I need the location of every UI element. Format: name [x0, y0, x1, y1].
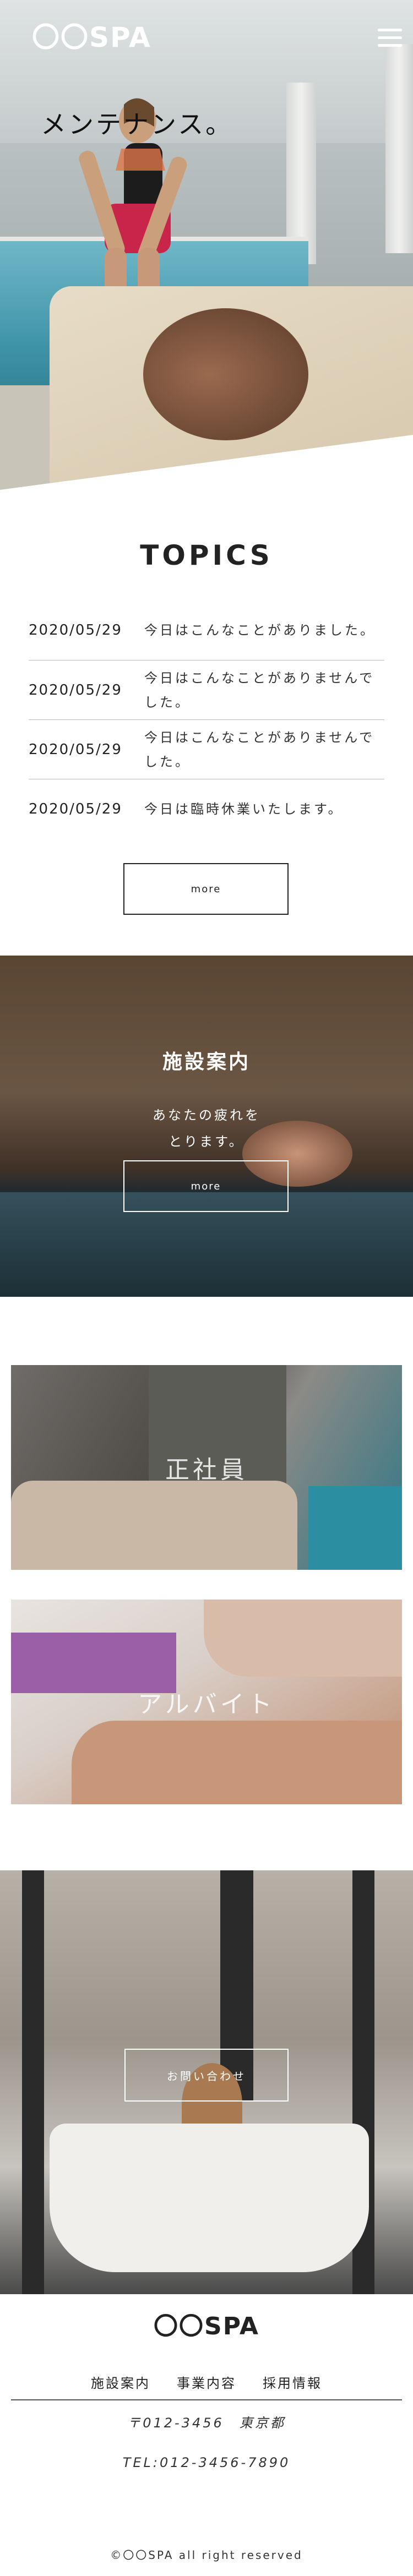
footer-nav: 施設案内 事業内容 採用情報: [11, 2372, 402, 2400]
topic-item[interactable]: 2020/05/29 今日はこんなことがありませんでした。: [29, 661, 384, 720]
topic-date: 2020/05/29: [29, 681, 122, 698]
contact-window-frame: [22, 1870, 44, 2294]
facility-heading: 施設案内: [162, 1051, 251, 1073]
fulltime-label: 正社員: [165, 1456, 248, 1484]
topic-text: 今日はこんなことがありませんでした。: [144, 670, 375, 710]
parttime-label: アルバイト: [138, 1690, 275, 1718]
topic-date: 2020/05/29: [29, 801, 122, 817]
footer-tel: TEL:012-3456-7890: [122, 2455, 291, 2470]
facility-subtext: あなたの疲れを とります。: [0, 1102, 413, 1155]
facility-subtext-line1: あなたの疲れを: [153, 1107, 260, 1123]
topic-text: 今日は臨時休業いたします。: [144, 801, 344, 817]
footer-nav-recruit[interactable]: 採用情報: [263, 2372, 322, 2392]
footer-logo[interactable]: 〇〇SPA: [0, 2306, 413, 2342]
topics-heading: TOPICS: [140, 539, 273, 571]
contact-bathtub: [50, 2124, 369, 2272]
footer-nav-facility[interactable]: 施設案内: [91, 2372, 150, 2392]
hero-section: 〇〇SPA メンテナンス。: [0, 0, 413, 490]
topic-item[interactable]: 2020/05/29 今日はこんなことがありませんでした。: [29, 720, 384, 779]
facility-more-button[interactable]: more: [123, 1160, 289, 1212]
topic-item[interactable]: 2020/05/29 今日はこんなことがありました。: [29, 600, 384, 661]
copyright: ©〇〇SPA all right reserved: [110, 2548, 303, 2562]
topic-text: 今日はこんなことがありませんでした。: [144, 729, 375, 769]
topic-date: 2020/05/29: [29, 621, 122, 638]
topic-date: 2020/05/29: [29, 741, 122, 758]
footer-nav-business[interactable]: 事業内容: [177, 2372, 236, 2392]
hero-catchcopy: メンテナンス。: [41, 110, 233, 139]
footer-address: 〒012-3456 東京都: [127, 2415, 286, 2431]
site-logo[interactable]: 〇〇SPA: [32, 15, 151, 55]
topics-list: 2020/05/29 今日はこんなことがありました。 2020/05/29 今日…: [29, 600, 384, 839]
fulltime-recruit-card[interactable]: 正社員: [11, 1365, 402, 1570]
parttime-recruit-card[interactable]: アルバイト: [11, 1600, 402, 1804]
topics-more-button[interactable]: more: [123, 863, 289, 915]
contact-button[interactable]: お問い合わせ: [124, 2049, 289, 2102]
facility-subtext-line2: とります。: [169, 1134, 244, 1149]
topic-text: 今日はこんなことがありました。: [144, 622, 376, 638]
hero-diagonal-cut: [0, 435, 413, 490]
topic-item[interactable]: 2020/05/29 今日は臨時休業いたします。: [29, 779, 384, 839]
hamburger-menu-icon[interactable]: [378, 29, 402, 48]
